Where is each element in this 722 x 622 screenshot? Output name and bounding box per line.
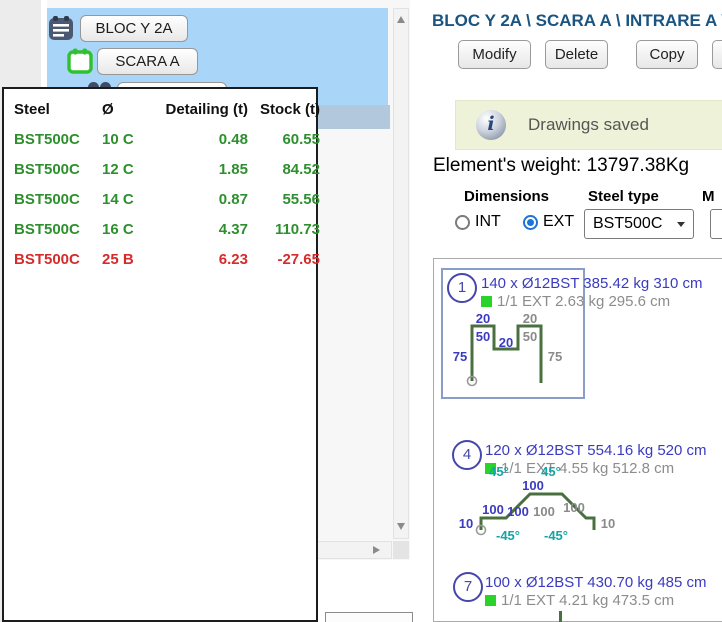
col-header-detailing: Detailing (t) — [160, 95, 248, 125]
svg-text:45°: 45° — [489, 464, 509, 479]
notification-text: Drawings saved — [528, 115, 649, 135]
element-weight-label: Element's weight: 13797.38Kg — [433, 155, 689, 177]
shape-drawing-1: 20 20 50 20 50 75 75 — [448, 314, 583, 398]
steel-type-selected-value: BST500C — [593, 215, 662, 233]
cell-stock: -27.65 — [248, 245, 320, 275]
breadcrumb[interactable]: BLOC Y 2A \ SCARA A \ INTRARE A \ — [432, 11, 722, 31]
cell-steel: BST500C — [14, 185, 102, 215]
cell-steel: BST500C — [14, 245, 102, 275]
col-header-stock: Stock (t) — [248, 95, 320, 125]
radio-ext-icon[interactable] — [523, 215, 538, 230]
steel-stock-popup: Steel Ø Detailing (t) Stock (t) BST500C … — [2, 87, 318, 622]
copy-button[interactable]: Copy — [636, 40, 698, 69]
scroll-right-icon[interactable] — [373, 546, 380, 554]
cell-stock: 84.52 — [248, 155, 320, 185]
chevron-down-icon — [677, 222, 685, 227]
table-row: BST500C 10 C 0.48 60.55 — [4, 125, 316, 155]
cell-detailing: 0.87 — [160, 185, 248, 215]
shape-title: 140 x Ø12BST 385.42 kg 310 cm — [481, 275, 703, 292]
cell-detailing: 1.85 — [160, 155, 248, 185]
scroll-down-icon[interactable] — [397, 523, 405, 530]
table-row: BST500C 14 C 0.87 55.56 — [4, 185, 316, 215]
svg-text:-45°: -45° — [496, 528, 520, 543]
svg-text:100: 100 — [563, 500, 585, 515]
clipped-input[interactable] — [710, 209, 722, 239]
cell-detailing: 6.23 — [160, 245, 248, 275]
svg-text:20: 20 — [476, 314, 490, 326]
shape-subtitle-text: 1/1 EXT 2.63 kg 295.6 cm — [497, 293, 670, 310]
cell-stock: 110.73 — [248, 215, 320, 245]
cell-size: 25 B — [102, 245, 160, 275]
svg-text:20: 20 — [523, 314, 537, 326]
svg-text:75: 75 — [453, 349, 467, 364]
shape-drawing-4[interactable]: 45° 45° 100 100 100 100 100 10 10 -45° -… — [436, 456, 621, 556]
svg-text:20: 20 — [499, 335, 513, 350]
shape-subtitle: 1/1 EXT 2.63 kg 295.6 cm — [481, 293, 670, 310]
cell-detailing: 4.37 — [160, 215, 248, 245]
col-header-diameter: Ø — [102, 95, 160, 125]
cell-size: 16 C — [102, 215, 160, 245]
cell-detailing: 0.48 — [160, 125, 248, 155]
radio-int[interactable]: INT — [455, 213, 501, 231]
steel-type-select[interactable]: BST500C — [584, 209, 694, 239]
cell-size: 12 C — [102, 155, 160, 185]
modify-button[interactable]: Modify — [458, 40, 531, 69]
radio-int-label: INT — [475, 213, 501, 231]
svg-text:100: 100 — [507, 504, 529, 519]
steel-type-label: Steel type — [588, 188, 659, 205]
bar-shapes-panel: 1 140 x Ø12BST 385.42 kg 310 cm 1/1 EXT … — [433, 258, 722, 622]
legend-square-icon — [485, 595, 496, 606]
clipped-bottom-panel — [325, 612, 413, 622]
col-header-steel: Steel — [14, 95, 102, 125]
svg-text:100: 100 — [482, 502, 504, 517]
svg-text:50: 50 — [476, 329, 490, 344]
cell-steel: BST500C — [14, 155, 102, 185]
cell-steel: BST500C — [14, 215, 102, 245]
svg-text:10: 10 — [459, 516, 473, 531]
cell-stock: 55.56 — [248, 185, 320, 215]
scroll-up-icon[interactable] — [397, 16, 405, 23]
legend-square-icon — [481, 296, 492, 307]
tree-vertical-scrollbar[interactable] — [393, 8, 409, 539]
notification-bar: i Drawings saved — [455, 100, 722, 150]
app-window: BLOC Y 2A SCARA A INTRARE A Steel Ø Deta… — [0, 0, 722, 622]
table-row: BST500C 16 C 4.37 110.73 — [4, 215, 316, 245]
tree-node-scara-a[interactable]: SCARA A — [97, 48, 198, 75]
svg-text:50: 50 — [523, 329, 537, 344]
shape-subtitle-text: 1/1 EXT 4.21 kg 473.5 cm — [501, 592, 674, 609]
tree-node-bloc-y-2a[interactable]: BLOC Y 2A — [80, 15, 188, 42]
table-row: BST500C 25 B 6.23 -27.65 — [4, 245, 316, 275]
scrollbar-corner — [393, 541, 409, 559]
cell-size: 10 C — [102, 125, 160, 155]
radio-ext[interactable]: EXT — [523, 213, 574, 231]
svg-text:100: 100 — [522, 478, 544, 493]
cell-stock: 60.55 — [248, 125, 320, 155]
journal-icon[interactable] — [48, 15, 74, 41]
shape-title: 100 x Ø12BST 430.70 kg 485 cm — [485, 574, 707, 591]
table-row: BST500C 12 C 1.85 84.52 — [4, 155, 316, 185]
delete-button[interactable]: Delete — [545, 40, 608, 69]
clipped-form-label: M — [702, 188, 715, 205]
stock-table-header: Steel Ø Detailing (t) Stock (t) — [4, 89, 316, 125]
info-icon: i — [476, 110, 506, 140]
dimensions-label: Dimensions — [464, 188, 549, 205]
shape-subtitle: 1/1 EXT 4.21 kg 473.5 cm — [485, 592, 674, 609]
calendar-icon[interactable] — [67, 48, 93, 74]
svg-text:75: 75 — [548, 349, 562, 364]
shape-drawing-7-clipped — [559, 611, 562, 622]
svg-text:10: 10 — [601, 516, 615, 531]
shape-number-badge: 7 — [453, 572, 483, 602]
cell-size: 14 C — [102, 185, 160, 215]
clipped-toolbar-button[interactable] — [712, 40, 722, 69]
svg-text:45°: 45° — [541, 464, 561, 479]
radio-ext-label: EXT — [543, 213, 574, 231]
radio-int-icon[interactable] — [455, 215, 470, 230]
cell-steel: BST500C — [14, 125, 102, 155]
svg-text:100: 100 — [533, 504, 555, 519]
svg-text:-45°: -45° — [544, 528, 568, 543]
shape-number-badge: 1 — [447, 273, 477, 303]
